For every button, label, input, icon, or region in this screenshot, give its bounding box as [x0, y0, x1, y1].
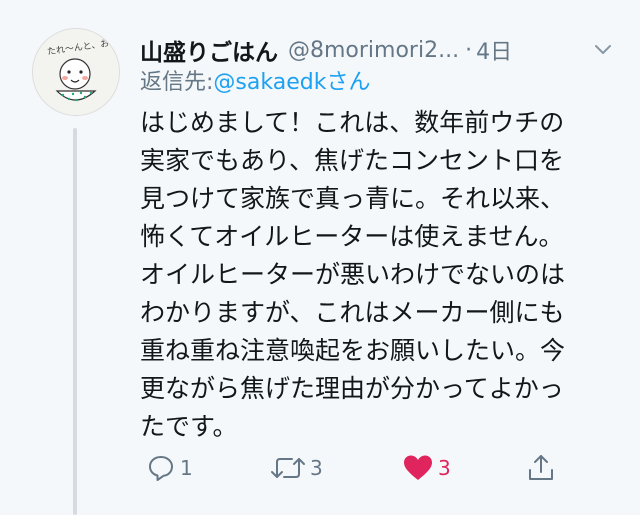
heart-icon	[404, 455, 432, 480]
chevron-down-icon[interactable]	[592, 38, 614, 60]
reply-to: 返信先: @sakaedkさん	[140, 62, 370, 98]
tweet-text-line: 更ながら焦げた理由が分かってよかっ	[140, 374, 564, 403]
tweet-text-line: オイルヒーターが悪いわけでないのは	[140, 260, 566, 289]
tweet-text-line: わかりますが、これはメーカー側にも	[140, 298, 565, 327]
tweet-text-line: はじめまして！これは、数年前ウチの	[140, 108, 565, 137]
share-button[interactable]	[526, 446, 556, 490]
reply-to-mention[interactable]: @sakaedkさん	[213, 64, 370, 96]
tweet-text-line: 怖くてオイルヒーターは使えません。	[140, 222, 564, 251]
tweet-text-line: 重ね重ね注意喚起をお願いしたい。今	[140, 336, 566, 365]
tweet-text-line: 実家でもあり、焦げたコンセント口を	[140, 146, 565, 175]
tweet[interactable]: たれ〜んと、お食べ 山盛りごはん @8morimori2... · 4日 返信先…	[0, 0, 640, 515]
avatar[interactable]: たれ〜んと、お食べ	[32, 28, 120, 116]
like-count: 3	[438, 456, 451, 480]
reply-button[interactable]: 1	[146, 446, 193, 490]
share-icon	[529, 455, 553, 480]
tweet-actions: 1 3 3	[140, 446, 590, 490]
tweet-text-line: たです。	[140, 412, 238, 441]
reply-count: 1	[180, 456, 193, 480]
separator-dot: ·	[465, 37, 473, 63]
retweet-button[interactable]: 3	[270, 446, 323, 490]
reply-to-label: 返信先:	[140, 70, 214, 95]
timestamp[interactable]: 4日	[476, 34, 512, 66]
thread-line	[73, 128, 77, 515]
retweet-icon	[271, 458, 305, 478]
tweet-text-line: 見つけて家族で真っ青に。それ以来、	[140, 184, 566, 213]
tweet-body: はじめまして！これは、数年前ウチの 実家でもあり、焦げたコンセント口を 見つけて…	[140, 104, 600, 446]
reply-icon	[149, 456, 173, 481]
retweet-count: 3	[310, 456, 323, 480]
like-button[interactable]: 3	[402, 446, 451, 490]
avatar-drawing-icon: たれ〜んと、お食べ	[33, 29, 119, 115]
user-handle[interactable]: @8morimori2...	[288, 38, 459, 63]
